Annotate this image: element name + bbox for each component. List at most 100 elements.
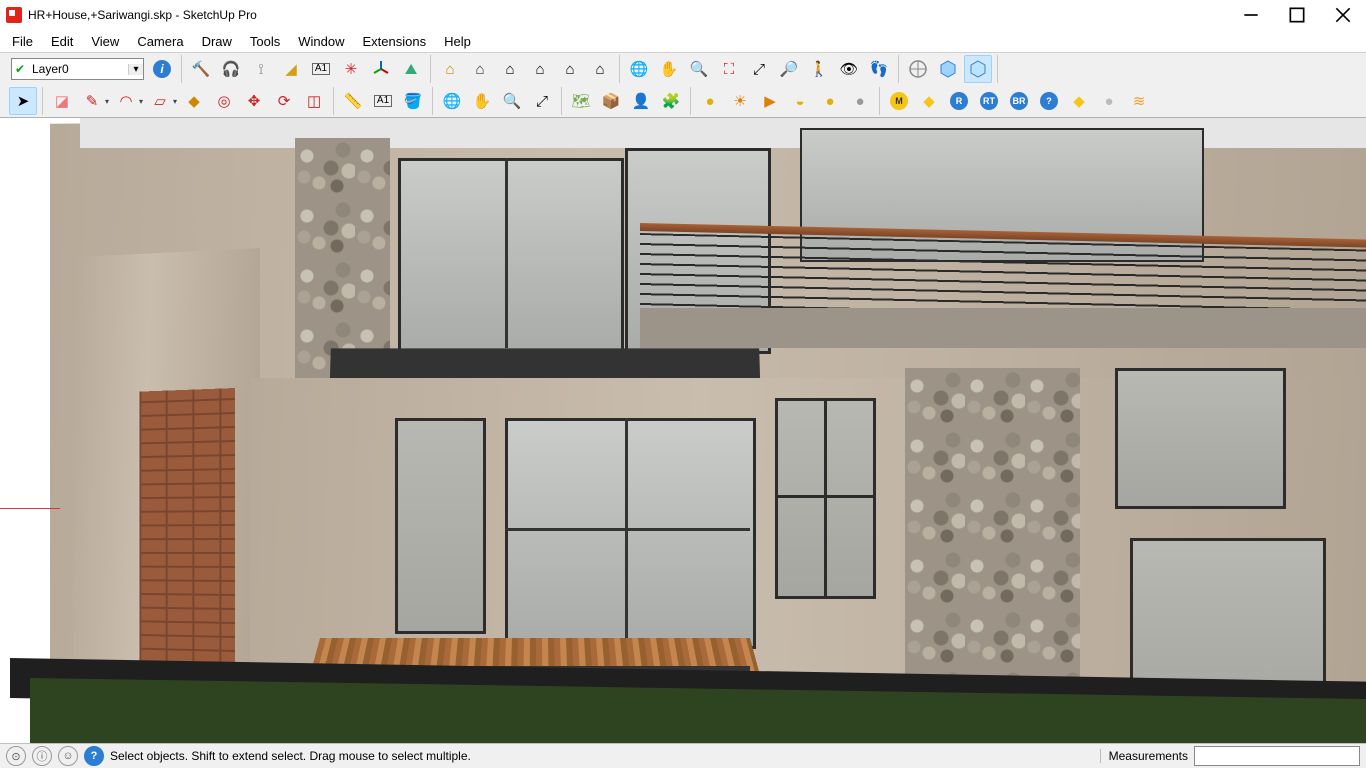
eraser-tool-button[interactable]: ◪ bbox=[48, 87, 76, 115]
geo-status-icon[interactable]: ⊙ bbox=[6, 746, 26, 766]
layer-current-name: Layer0 bbox=[28, 62, 128, 76]
credits-status-icon[interactable]: ⓘ bbox=[32, 746, 52, 766]
cursor-icon: ➤ bbox=[17, 94, 30, 109]
toolbar-row-1: ✔ Layer0 ▾ i 🔨 🎧 ⟟ ◢ A1 ✳ ⛰ ⌂ ⌂ ⌂ ⌂ ⌂ ⌂ … bbox=[0, 53, 1366, 85]
arc-tool-button[interactable]: ◠ bbox=[112, 87, 140, 115]
zoom-extents-icon[interactable]: ⤢ bbox=[745, 55, 773, 83]
text-tool-button[interactable]: A1 bbox=[369, 87, 397, 115]
signin-icon[interactable]: 👤 bbox=[627, 87, 655, 115]
top-view-icon[interactable] bbox=[934, 55, 962, 83]
menu-file[interactable]: File bbox=[4, 31, 41, 52]
style-house4-icon[interactable]: ⌂ bbox=[526, 55, 554, 83]
toolbar-area: ✔ Layer0 ▾ i 🔨 🎧 ⟟ ◢ A1 ✳ ⛰ ⌂ ⌂ ⌂ ⌂ ⌂ ⌂ … bbox=[0, 52, 1366, 118]
viewport-3d[interactable] bbox=[0, 118, 1366, 746]
zoom-selection-icon[interactable]: ⛶ bbox=[715, 55, 743, 83]
render-help-button[interactable]: ? bbox=[1035, 87, 1063, 115]
style-house2-icon[interactable]: ⌂ bbox=[466, 55, 494, 83]
material-badge-button[interactable]: M bbox=[885, 87, 913, 115]
paint-tool-button[interactable]: 🪣 bbox=[399, 87, 427, 115]
style-house6-icon[interactable]: ⌂ bbox=[586, 55, 614, 83]
select-tool-button[interactable]: ➤ bbox=[9, 87, 37, 115]
pan2-icon[interactable]: ✋ bbox=[468, 87, 496, 115]
scale-tool-button[interactable]: ◫ bbox=[300, 87, 328, 115]
window-title: HR+House,+Sariwangi.skp - SketchUp Pro bbox=[28, 8, 257, 22]
layer-dropdown[interactable]: ✔ Layer0 ▾ bbox=[11, 58, 144, 80]
offset-tool-button[interactable]: ◎ bbox=[210, 87, 238, 115]
zoom-extents2-icon[interactable]: ⤢ bbox=[528, 87, 556, 115]
help-status-icon[interactable]: ? bbox=[84, 746, 104, 766]
camera-group: 🌐 ✋ 🔍 ⛶ ⤢ 🔎 🚶 👁 👣 bbox=[620, 55, 899, 83]
sun-light-icon[interactable]: ☀ bbox=[726, 87, 754, 115]
status-hint: Select objects. Shift to extend select. … bbox=[110, 749, 471, 763]
axes-burst-icon[interactable]: ✳ bbox=[337, 55, 365, 83]
zoom-icon[interactable]: 🔍 bbox=[685, 55, 713, 83]
br-badge-icon: BR bbox=[1010, 92, 1028, 110]
measurements-label: Measurements bbox=[1100, 749, 1188, 763]
extension-warehouse-icon[interactable]: 🧩 bbox=[657, 87, 685, 115]
diamond2-badge-button[interactable]: ◆ bbox=[1065, 87, 1093, 115]
menu-help[interactable]: Help bbox=[436, 31, 479, 52]
point-light-icon[interactable]: ● bbox=[816, 87, 844, 115]
user-status-icon[interactable]: ☺ bbox=[58, 746, 78, 766]
rectangle-tool-button[interactable]: ▱ bbox=[146, 87, 174, 115]
orbit-icon[interactable]: 🌐 bbox=[625, 55, 653, 83]
styles-group: ⌂ ⌂ ⌂ ⌂ ⌂ ⌂ bbox=[431, 55, 620, 83]
style-house1-icon[interactable]: ⌂ bbox=[436, 55, 464, 83]
geo-location-icon[interactable]: 🗺 bbox=[567, 87, 595, 115]
pushpull-tool-button[interactable]: ◆ bbox=[180, 87, 208, 115]
protractor-icon[interactable]: ◢ bbox=[277, 55, 305, 83]
move-tool-button[interactable]: ✥ bbox=[240, 87, 268, 115]
window-controls bbox=[1228, 0, 1366, 30]
maximize-button[interactable] bbox=[1274, 0, 1320, 30]
render-r-button[interactable]: R bbox=[945, 87, 973, 115]
position-camera-icon[interactable]: 🚶 bbox=[805, 55, 833, 83]
zoom-window-icon[interactable]: 🔎 bbox=[775, 55, 803, 83]
measurements-input[interactable] bbox=[1194, 746, 1360, 766]
menu-view[interactable]: View bbox=[83, 31, 127, 52]
q-badge-icon: ? bbox=[1040, 92, 1058, 110]
menu-window[interactable]: Window bbox=[290, 31, 352, 52]
walk-icon[interactable]: 👣 bbox=[865, 55, 893, 83]
mesh-light-icon[interactable]: ● bbox=[846, 87, 874, 115]
diamond-badge-button[interactable]: ◆ bbox=[915, 87, 943, 115]
sandbox-icon[interactable]: ⛰ bbox=[397, 55, 425, 83]
look-around-icon[interactable]: 👁 bbox=[835, 55, 863, 83]
minimize-button[interactable] bbox=[1228, 0, 1274, 30]
render-badges-group: M ◆ R RT BR ? ◆ ● ≋ bbox=[880, 87, 1158, 115]
pan-hand-icon[interactable]: ✋ bbox=[655, 55, 683, 83]
spot-light-icon[interactable]: ▶ bbox=[756, 87, 784, 115]
views-group bbox=[899, 55, 998, 83]
titlebar: HR+House,+Sariwangi.skp - SketchUp Pro bbox=[0, 0, 1366, 30]
menu-tools[interactable]: Tools bbox=[242, 31, 288, 52]
close-button[interactable] bbox=[1320, 0, 1366, 30]
front-view-icon[interactable] bbox=[964, 55, 992, 83]
menu-edit[interactable]: Edit bbox=[43, 31, 81, 52]
style-house3-icon[interactable]: ⌂ bbox=[496, 55, 524, 83]
orbit2-icon[interactable]: 🌐 bbox=[438, 87, 466, 115]
axes-3d-icon[interactable] bbox=[367, 55, 395, 83]
headphones-icon[interactable]: 🎧 bbox=[217, 55, 245, 83]
zoom3-icon[interactable]: 🔍 bbox=[498, 87, 526, 115]
hanger-icon[interactable]: ⟟ bbox=[247, 55, 275, 83]
dome-light-icon[interactable]: ◒ bbox=[786, 87, 814, 115]
layer-info-button[interactable]: i bbox=[148, 55, 176, 83]
menu-draw[interactable]: Draw bbox=[194, 31, 240, 52]
layer-visible-check-icon: ✔ bbox=[12, 62, 28, 76]
warehouse-group: 🗺 📦 👤 🧩 bbox=[562, 87, 691, 115]
chevron-down-icon[interactable]: ▾ bbox=[128, 64, 143, 75]
render-rt-button[interactable]: RT bbox=[975, 87, 1003, 115]
grey-dot-button[interactable]: ● bbox=[1095, 87, 1123, 115]
menu-camera[interactable]: Camera bbox=[129, 31, 191, 52]
hammer-icon[interactable]: 🔨 bbox=[187, 55, 215, 83]
dimension-a1-icon[interactable]: A1 bbox=[307, 55, 335, 83]
stripes-button[interactable]: ≋ bbox=[1125, 87, 1153, 115]
render-br-button[interactable]: BR bbox=[1005, 87, 1033, 115]
line-tool-button[interactable]: ✎ bbox=[78, 87, 106, 115]
style-house5-icon[interactable]: ⌂ bbox=[556, 55, 584, 83]
3d-warehouse-icon[interactable]: 📦 bbox=[597, 87, 625, 115]
tape-tool-button[interactable]: 📏 bbox=[339, 87, 367, 115]
iso-view-icon[interactable] bbox=[904, 55, 932, 83]
rotate-tool-button[interactable]: ⟳ bbox=[270, 87, 298, 115]
sphere-light-icon[interactable]: ● bbox=[696, 87, 724, 115]
menu-extensions[interactable]: Extensions bbox=[355, 31, 435, 52]
